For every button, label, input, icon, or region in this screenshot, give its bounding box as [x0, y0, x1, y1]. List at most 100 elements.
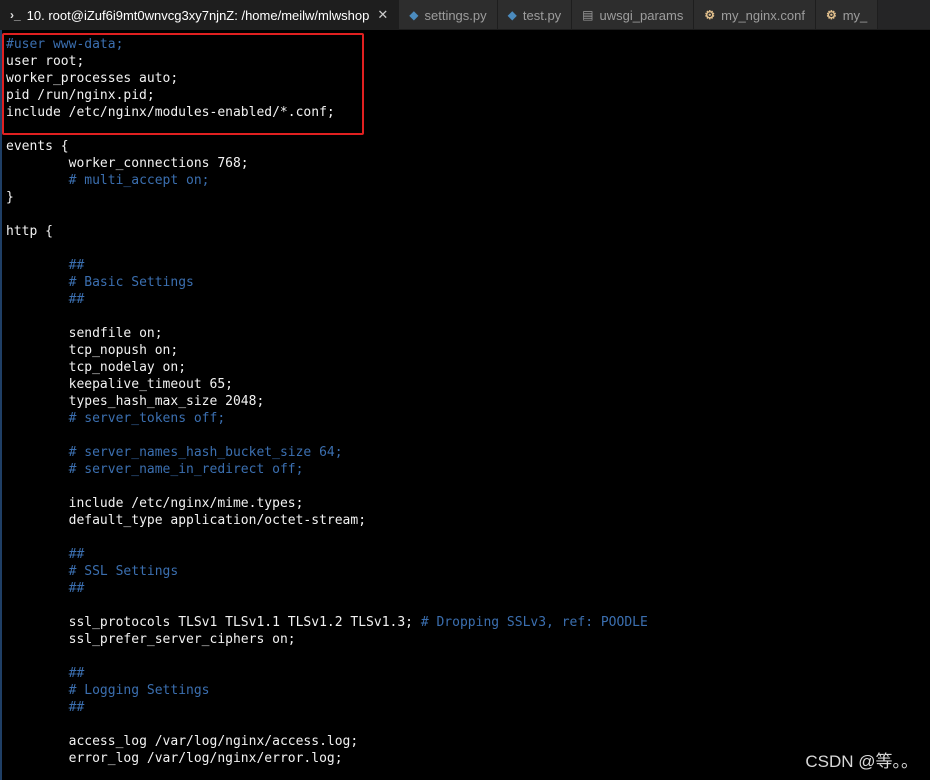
code-line: # multi_accept on;: [6, 172, 648, 189]
tab-label: my_nginx.conf: [721, 7, 805, 23]
code-comment: # server_name_in_redirect off;: [68, 462, 304, 477]
code-line: ##: [6, 665, 648, 682]
code-text: access_log /var/log/nginx/access.log;: [68, 734, 359, 749]
code-line: types_hash_max_size 2048;: [6, 393, 648, 410]
code-text: tcp_nopush on;: [68, 343, 179, 358]
tab-label: uwsgi_params: [599, 7, 684, 23]
code-comment: # multi_accept on;: [68, 173, 210, 188]
code-text: keepalive_timeout 65;: [68, 377, 233, 392]
code-text: error_log /var/log/nginx/error.log;: [68, 751, 343, 766]
close-icon[interactable]: ✕: [377, 7, 388, 23]
tab-2[interactable]: ◆ test.py: [497, 0, 573, 29]
code-line: # Logging Settings: [6, 682, 648, 699]
code-comment: ##: [68, 666, 85, 681]
code-line: # server_names_hash_bucket_size 64;: [6, 444, 648, 461]
tab-label: test.py: [522, 7, 562, 23]
code-text: events {: [6, 139, 69, 154]
highlight-annotation-box: [2, 33, 364, 135]
code-comment: ##: [68, 547, 85, 562]
tab-0[interactable]: ›_ 10. root@iZuf6i9mt0wnvcg3xy7njnZ: /hom…: [0, 0, 400, 29]
code-line: # Basic Settings: [6, 274, 648, 291]
code-comment: # Basic Settings: [68, 275, 194, 290]
code-line: ##: [6, 580, 648, 597]
code-line: access_log /var/log/nginx/access.log;: [6, 733, 648, 750]
watermark: CSDN @等。。: [805, 752, 918, 771]
tab-label: my_: [842, 7, 868, 23]
code-line: sendfile on;: [6, 325, 648, 342]
code-line: # server_tokens off;: [6, 410, 648, 427]
code-line: http {: [6, 223, 648, 240]
code-text: default_type application/octet-stream;: [68, 513, 367, 528]
code-text: worker_connections 768;: [68, 156, 249, 171]
code-comment: ##: [68, 581, 85, 596]
code-text: http {: [6, 224, 53, 239]
code-line: ##: [6, 257, 648, 274]
code-line: tcp_nodelay on;: [6, 359, 648, 376]
python-file-icon: ◆: [409, 8, 419, 22]
code-comment: # server_tokens off;: [68, 411, 226, 426]
code-comment: # SSL Settings: [68, 564, 179, 579]
code-line: default_type application/octet-stream;: [6, 512, 648, 529]
config-file-icon: ⚙: [825, 8, 837, 22]
code-text: }: [6, 190, 14, 205]
code-line: keepalive_timeout 65;: [6, 376, 648, 393]
tab-3[interactable]: ▤ uwsgi_params: [572, 0, 695, 29]
terminal-icon: ›_: [10, 8, 21, 22]
code-line: tcp_nopush on;: [6, 342, 648, 359]
tab-4[interactable]: ⚙ my_nginx.conf: [694, 0, 816, 29]
code-line: worker_connections 768;: [6, 155, 648, 172]
code-comment: # server_names_hash_bucket_size 64;: [68, 445, 343, 460]
tab-label: 10. root@iZuf6i9mt0wnvcg3xy7njnZ: /home/…: [26, 7, 370, 23]
tab-5[interactable]: ⚙ my_: [815, 0, 879, 29]
code-line: ssl_prefer_server_ciphers on;: [6, 631, 648, 648]
code-text: types_hash_max_size 2048;: [68, 394, 265, 409]
code-line: ##: [6, 699, 648, 716]
tab-1[interactable]: ◆ settings.py: [399, 0, 498, 29]
code-line: include /etc/nginx/mime.types;: [6, 495, 648, 512]
code-line: # SSL Settings: [6, 563, 648, 580]
code-line: ssl_protocols TLSv1 TLSv1.1 TLSv1.2 TLSv…: [6, 614, 648, 631]
file-icon: ▤: [582, 8, 594, 22]
code-text: include /etc/nginx/mime.types;: [68, 496, 304, 511]
code-comment: # Dropping SSLv3, ref: POODLE: [420, 615, 648, 630]
tab-label: settings.py: [424, 7, 487, 23]
code-text: sendfile on;: [68, 326, 163, 341]
code-line: }: [6, 189, 648, 206]
config-file-icon: ⚙: [704, 8, 716, 22]
code-comment: ##: [68, 292, 85, 307]
code-comment: ##: [68, 700, 85, 715]
code-text: ssl_prefer_server_ciphers on;: [68, 632, 296, 647]
tab-bar: ›_ 10. root@iZuf6i9mt0wnvcg3xy7njnZ: /hom…: [0, 0, 930, 30]
code-line: ##: [6, 291, 648, 308]
terminal-editor[interactable]: #user www-data; user root; worker_processe…: [0, 30, 930, 780]
code-text: ssl_protocols TLSv1 TLSv1.1 TLSv1.2 TLSv…: [68, 615, 421, 630]
